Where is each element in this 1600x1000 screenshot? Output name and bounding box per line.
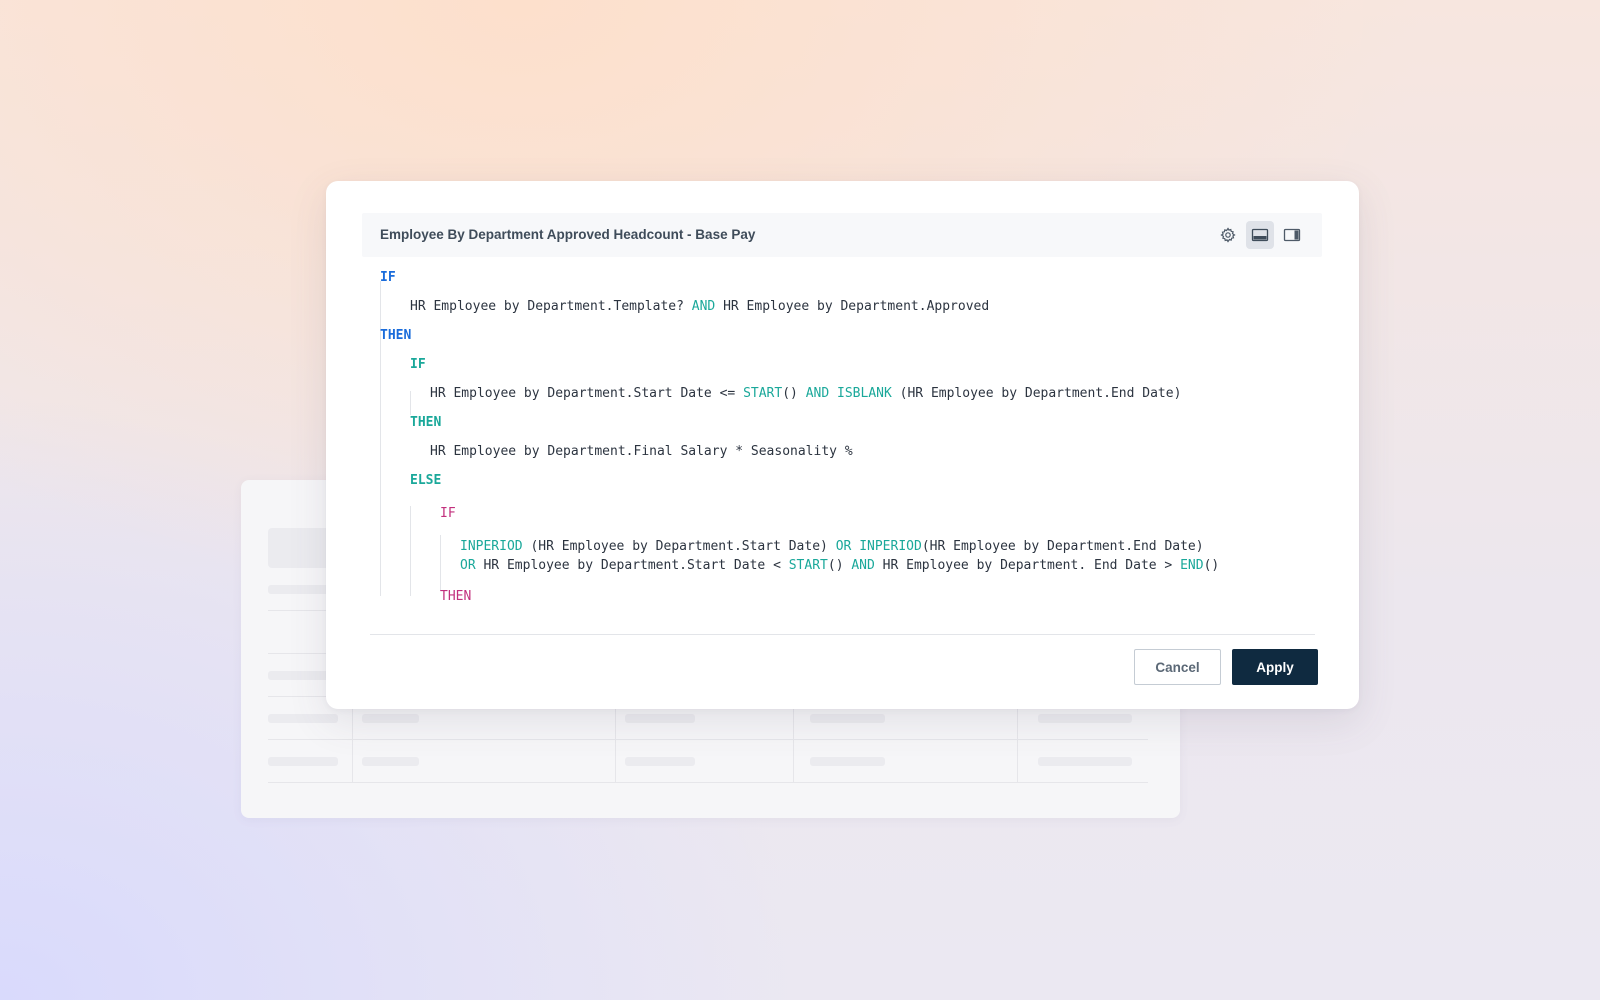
keyword-if: IF	[380, 270, 396, 285]
keyword-if: IF	[440, 506, 456, 521]
operator-and: AND	[691, 299, 716, 314]
indent-guide	[410, 506, 411, 596]
function-isblank: ISBLANK	[837, 386, 892, 401]
code-text: (HR Employee by Department.Start Date)	[522, 539, 836, 554]
operator-or: OR	[835, 539, 852, 554]
skeleton-bar	[810, 714, 885, 723]
condition-line: OR HR Employee by Department.Start Date …	[460, 558, 1219, 573]
skeleton-bar	[1038, 757, 1132, 766]
formula-editor-dialog: Employee By Department Approved Headcoun…	[326, 181, 1359, 709]
code-text: HR Employee by Department.Approved	[715, 299, 990, 314]
keyword-then: THEN	[410, 415, 442, 430]
condition-line: HR Employee by Department.Template? AND …	[410, 299, 989, 314]
function-end: END	[1180, 558, 1204, 573]
code-text: ()	[782, 386, 806, 401]
footer-divider	[370, 634, 1315, 635]
code-text: (HR Employee by Department.End Date)	[921, 539, 1204, 554]
code-text: HR Employee by Department.Start Date <	[475, 558, 789, 573]
keyword-then: THEN	[380, 328, 412, 343]
skeleton-bar	[625, 714, 695, 723]
function-start: START	[788, 558, 828, 573]
keyword-then: THEN	[440, 589, 472, 604]
keyword-if: IF	[410, 357, 426, 372]
keyword-else: ELSE	[410, 473, 442, 488]
code-text: ()	[827, 558, 852, 573]
expression-line: HR Employee by Department.Final Salary *…	[430, 444, 853, 459]
condition-line: INPERIOD (HR Employee by Department.Star…	[460, 539, 1204, 554]
indent-guide	[410, 391, 411, 415]
skeleton-bar	[362, 714, 419, 723]
operator-and: AND	[851, 558, 875, 573]
skeleton-bar	[268, 714, 338, 723]
function-start: START	[743, 386, 783, 401]
operator-or: OR	[460, 558, 476, 573]
table-divider	[268, 739, 1148, 740]
condition-line: HR Employee by Department.Start Date <= …	[430, 386, 1181, 401]
apply-button[interactable]: Apply	[1232, 649, 1318, 685]
code-text: HR Employee by Department.Template?	[410, 299, 692, 314]
skeleton-bar	[362, 757, 419, 766]
cancel-button[interactable]: Cancel	[1134, 649, 1221, 685]
formula-code-editor[interactable]: IF HR Employee by Department.Template? A…	[326, 181, 1359, 621]
indent-guide	[440, 535, 441, 591]
skeleton-bar	[268, 757, 338, 766]
table-divider	[268, 782, 1148, 783]
code-text: ()	[1203, 558, 1220, 573]
skeleton-bar	[810, 757, 885, 766]
operator-and: AND	[805, 386, 830, 401]
function-inperiod: INPERIOD	[460, 539, 523, 554]
skeleton-bar	[1038, 714, 1132, 723]
skeleton-bar	[625, 757, 695, 766]
function-inperiod: INPERIOD	[859, 539, 922, 554]
code-text: HR Employee by Department.Start Date <=	[430, 386, 744, 401]
code-text: HR Employee by Department. End Date >	[874, 558, 1181, 573]
code-text: (HR Employee by Department.End Date)	[891, 386, 1182, 401]
